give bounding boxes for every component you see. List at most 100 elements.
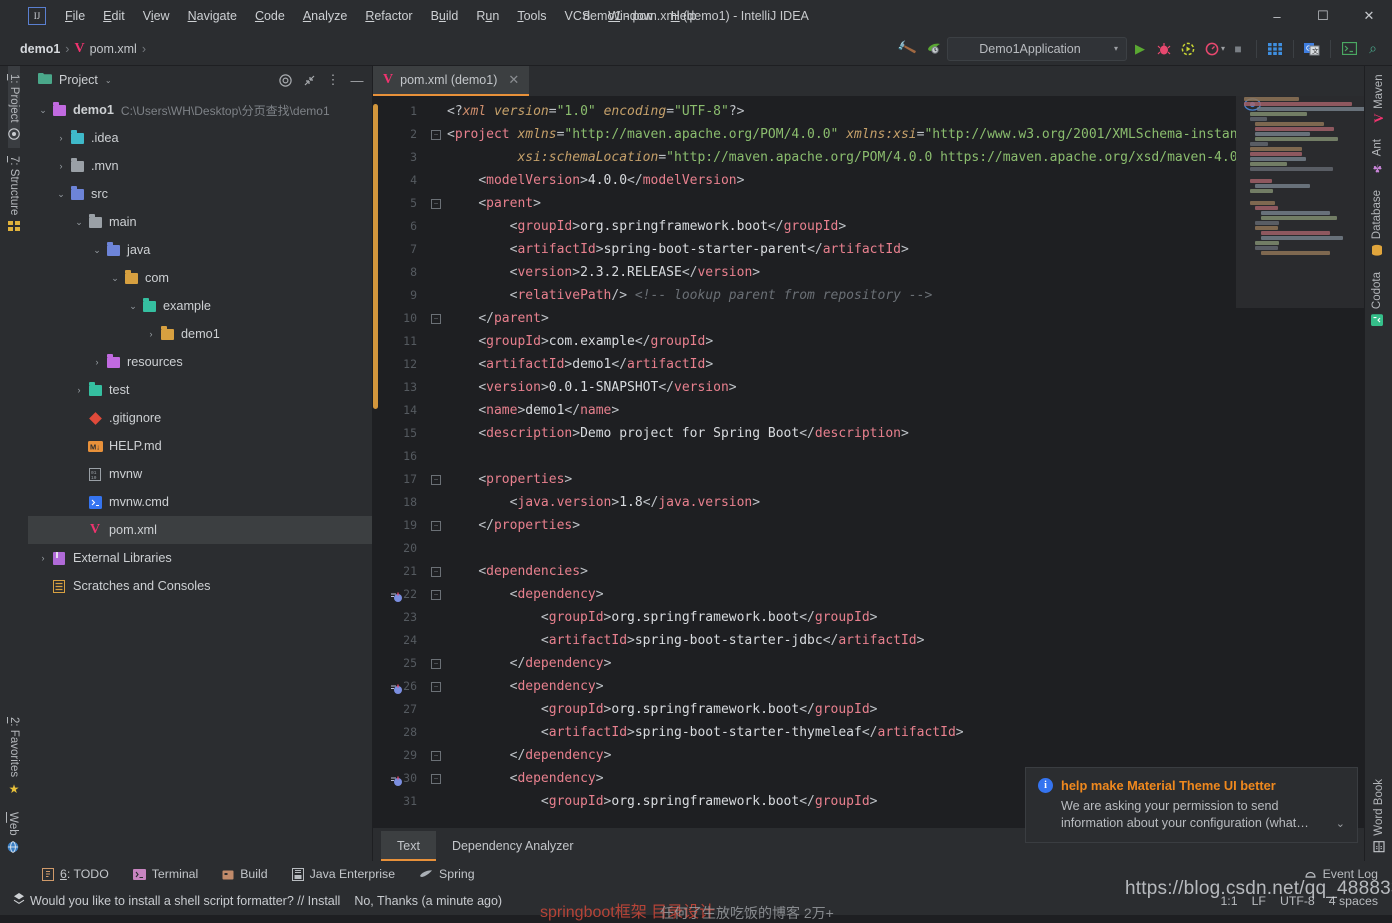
code-line[interactable]	[447, 537, 1236, 560]
code-line[interactable]: <groupId>org.springframework.boot</group…	[447, 606, 1236, 629]
tree-node-demo1[interactable]: › demo1	[28, 320, 372, 348]
menu-tools[interactable]: Tools	[508, 0, 555, 32]
chevron-down-icon[interactable]: ⌄	[36, 105, 50, 116]
menu-build[interactable]: Build	[422, 0, 468, 32]
tool-stripe-word-book[interactable]: Word Book	[1373, 771, 1385, 861]
fold-toggle[interactable]: −	[425, 652, 447, 675]
tool-window-button-build[interactable]: Build	[210, 867, 279, 881]
tree-node-mvn[interactable]: › .mvn	[28, 152, 372, 180]
menu-help[interactable]: Help	[662, 0, 706, 32]
menu-view[interactable]: View	[134, 0, 179, 32]
chevron-right-icon[interactable]: ›	[54, 133, 68, 143]
code-line[interactable]: xsi:schemaLocation="http://maven.apache.…	[447, 146, 1236, 169]
menu-run[interactable]: Run	[467, 0, 508, 32]
tree-node-src[interactable]: ⌄ src	[28, 180, 372, 208]
code-line[interactable]: <groupId>org.springframework.boot</group…	[447, 215, 1236, 238]
grid-icon[interactable]	[1264, 37, 1286, 61]
chevron-down-icon[interactable]: ⌄	[54, 189, 68, 200]
editor-scrollbar-thumb[interactable]	[373, 104, 378, 409]
tree-node-help-md[interactable]: ›M↓HELP.md	[28, 432, 372, 460]
editor-tab-pom-xml[interactable]: V pom.xml (demo1) ✕	[373, 66, 530, 96]
menu-code[interactable]: Code	[246, 0, 294, 32]
tree-node-mvnw[interactable]: ›0110mvnw	[28, 460, 372, 488]
collapse-all-icon[interactable]	[298, 69, 320, 91]
minimize-button[interactable]: –	[1254, 0, 1300, 32]
code-line[interactable]: <description>Demo project for Spring Boo…	[447, 422, 1236, 445]
fold-toggle[interactable]: −	[425, 123, 447, 146]
code-line[interactable]: <dependency>	[447, 675, 1236, 698]
tool-stripe-database[interactable]: Database	[1371, 182, 1383, 264]
tool-stripe-codota[interactable]: Codota	[1370, 264, 1383, 334]
tool-window-button-java-enterprise[interactable]: Java Enterprise	[280, 867, 407, 881]
menu-analyze[interactable]: Analyze	[294, 0, 356, 32]
close-button[interactable]: ✕	[1346, 0, 1392, 32]
notification-popup[interactable]: i help make Material Theme UI better We …	[1025, 767, 1358, 843]
code-line[interactable]: <relativePath/> <!-- lookup parent from …	[447, 284, 1236, 307]
chevron-right-icon[interactable]: ›	[72, 385, 86, 395]
code-line[interactable]: <version>0.0.1-SNAPSHOT</version>	[447, 376, 1236, 399]
tool-stripe-2-favorites[interactable]: 2: Favorites ★	[7, 709, 21, 804]
code-line[interactable]: <artifactId>spring-boot-starter-thymelea…	[447, 721, 1236, 744]
code-line[interactable]: <artifactId>spring-boot-starter-parent</…	[447, 238, 1236, 261]
spring-boot-config-icon[interactable]	[923, 37, 945, 61]
tree-node-pom-xml[interactable]: ›Vpom.xml	[28, 516, 372, 544]
chevron-down-icon[interactable]: ⌄	[1336, 817, 1345, 830]
code-minimap[interactable]	[1236, 96, 1364, 827]
tree-node-com[interactable]: ⌄ com	[28, 264, 372, 292]
profiler-button[interactable]	[1201, 37, 1223, 61]
fold-toggle[interactable]: −	[425, 514, 447, 537]
code-line[interactable]: <artifactId>demo1</artifactId>	[447, 353, 1236, 376]
menu-window[interactable]: Window	[599, 0, 661, 32]
select-opened-file-icon[interactable]	[274, 69, 296, 91]
run-button[interactable]: ▶	[1129, 37, 1151, 61]
chevron-right-icon[interactable]: ›	[54, 161, 68, 171]
translate-icon[interactable]: G文	[1301, 37, 1323, 61]
menu-edit[interactable]: Edit	[94, 0, 134, 32]
breadcrumb-file[interactable]: pom.xml	[90, 42, 137, 56]
run-with-coverage-button[interactable]	[1177, 37, 1199, 61]
code-line[interactable]: <dependencies>	[447, 560, 1236, 583]
tool-stripe-1-project[interactable]: 1: Project	[8, 66, 20, 148]
fold-toggle[interactable]: −	[425, 675, 447, 698]
chevron-down-icon[interactable]: ⌄	[108, 273, 122, 284]
code-line[interactable]: <name>demo1</name>	[447, 399, 1236, 422]
vcs-branch-icon[interactable]	[12, 892, 26, 911]
code-line[interactable]: </dependency>	[447, 652, 1236, 675]
chevron-right-icon[interactable]: ›	[90, 357, 104, 367]
chevron-down-icon[interactable]: ⌄	[105, 76, 112, 85]
search-icon[interactable]: ⌕	[1362, 37, 1384, 61]
breadcrumb-project[interactable]: demo1	[20, 42, 60, 56]
tree-node-demo1[interactable]: ⌄ demo1 C:\Users\WH\Desktop\分页查找\demo1	[28, 96, 372, 124]
tree-node-gitignore[interactable]: ›.gitignore	[28, 404, 372, 432]
tree-node-idea[interactable]: › .idea	[28, 124, 372, 152]
run-configuration-selector[interactable]: Demo1Application ▾	[946, 36, 1127, 61]
code-editor[interactable]: 1 2 3 4 5 6 7 8 9 10 11 12 13 14 15 16 17 18 19 20 21 22 23 24 2…	[373, 96, 1364, 827]
tree-node-java[interactable]: ⌄ java	[28, 236, 372, 264]
chevron-down-icon[interactable]: ⌄	[90, 245, 104, 256]
stop-button[interactable]: ■	[1227, 37, 1249, 61]
tool-stripe-7-structure[interactable]: 7: Structure	[8, 148, 20, 240]
menu-navigate[interactable]: Navigate	[179, 0, 246, 32]
code-line[interactable]: <?xml version="1.0" encoding="UTF-8"?>	[447, 100, 1236, 123]
profiler-chevron-icon[interactable]: ▾	[1221, 44, 1225, 53]
code-line[interactable]: <parent>	[447, 192, 1236, 215]
chevron-right-icon[interactable]: ›	[144, 329, 158, 339]
tree-node-resources[interactable]: › resources	[28, 348, 372, 376]
chevron-right-icon[interactable]: ›	[36, 553, 50, 563]
code-line[interactable]	[447, 445, 1236, 468]
more-options-icon[interactable]: ⋮	[322, 69, 344, 91]
debug-button[interactable]	[1153, 37, 1175, 61]
build-hammer-icon[interactable]: 🔨	[890, 35, 923, 61]
code-line[interactable]: <dependency>	[447, 583, 1236, 606]
fold-toggle[interactable]: −	[425, 468, 447, 491]
code-line[interactable]: <groupId>org.springframework.boot</group…	[447, 698, 1236, 721]
code-line[interactable]: </properties>	[447, 514, 1236, 537]
fold-toggle[interactable]: −	[425, 767, 447, 790]
close-icon[interactable]: ✕	[508, 72, 519, 88]
tree-node-example[interactable]: ⌄ example	[28, 292, 372, 320]
fold-toggle[interactable]: −	[425, 560, 447, 583]
menu-vcs[interactable]: VCS	[556, 0, 600, 32]
maximize-button[interactable]: ☐	[1300, 0, 1346, 32]
tree-node-mvnw-cmd[interactable]: ›mvnw.cmd	[28, 488, 372, 516]
code-line[interactable]: <version>2.3.2.RELEASE</version>	[447, 261, 1236, 284]
